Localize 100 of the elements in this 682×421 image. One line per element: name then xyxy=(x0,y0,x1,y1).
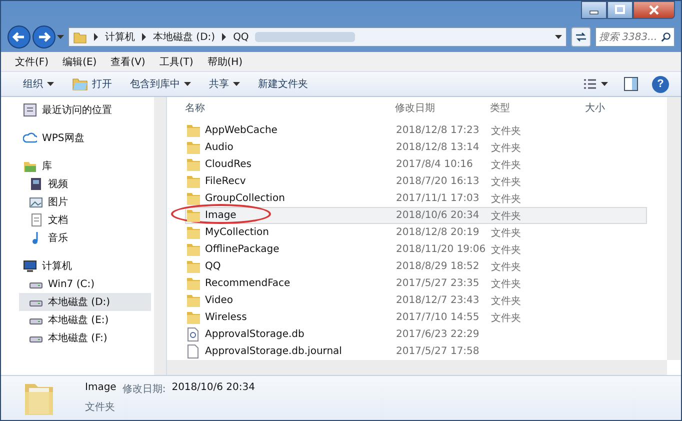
file-name[interactable]: MyCollection xyxy=(205,227,270,238)
sidebar-item[interactable]: 图片 xyxy=(19,193,151,211)
file-row[interactable]: QQ 2018/8/29 18:52 文件夹 xyxy=(185,258,647,275)
sidebar-item[interactable]: 视频 xyxy=(19,175,151,193)
file-row[interactable]: OfflinePackage 2018/11/20 19:06 文件夹 xyxy=(185,241,647,258)
modified-date: 2018/10/6 20:34 xyxy=(172,382,255,395)
file-type: 文件夹 xyxy=(491,294,522,308)
file-row[interactable]: MyCollection 2018/12/8 20:19 文件夹 xyxy=(185,224,647,241)
file-name[interactable]: Video xyxy=(205,295,234,306)
modified-date: 2017/8/4 10:16 xyxy=(396,159,474,170)
menu-item[interactable]: 帮助(H) xyxy=(207,54,243,68)
folder-icon xyxy=(73,30,87,44)
sidebar-item[interactable]: 本地磁盘 (D:) xyxy=(19,293,151,311)
file-row[interactable]: GroupCollection 2017/11/1 17:03 文件夹 xyxy=(185,190,647,207)
file-name[interactable]: FileRecv xyxy=(205,176,246,187)
file-row[interactable]: Wireless 2017/7/10 14:55 文件夹 xyxy=(185,309,647,326)
file-name[interactable]: QQ xyxy=(205,261,221,272)
address-bar[interactable]: 计算机 本地磁盘 (D:) QQ xyxy=(68,27,567,47)
breadcrumb-item[interactable]: 计算机 xyxy=(105,30,135,44)
sidebar-item[interactable]: 最近访问的位置 xyxy=(19,101,151,119)
file-type: 文件夹 xyxy=(491,260,522,274)
sidebar-item[interactable]: Win7 (C:) xyxy=(19,275,151,293)
file-name[interactable]: OfflinePackage xyxy=(205,244,280,255)
scrollbar[interactable] xyxy=(167,360,667,375)
file-name[interactable]: ApprovalStorage.db.journal xyxy=(205,346,342,357)
file-row[interactable]: AppWebCache 2018/12/8 17:23 文件夹 xyxy=(185,122,647,139)
chevron-icon[interactable] xyxy=(93,33,99,41)
recent-icon xyxy=(23,103,37,117)
file-row[interactable]: CloudRes 2017/8/4 10:16 文件夹 xyxy=(185,156,647,173)
file-name[interactable]: AppWebCache xyxy=(205,125,278,136)
sidebar-item[interactable]: 音乐 xyxy=(19,229,151,247)
folder-icon xyxy=(186,276,200,291)
minimize-button[interactable] xyxy=(581,1,607,19)
file-name: Image xyxy=(85,382,116,395)
folder-icon xyxy=(186,157,200,172)
sidebar-item[interactable]: 库 xyxy=(19,157,151,175)
file-row[interactable]: ApprovalStorage.db.journal 2017/5/27 17:58 xyxy=(185,343,647,360)
close-icon[interactable] xyxy=(649,5,659,15)
sidebar-item[interactable]: 文档 xyxy=(19,211,151,229)
sidebar-item[interactable]: 计算机 xyxy=(19,257,151,275)
file-icon xyxy=(186,327,200,342)
toolbar-button[interactable]: 共享 xyxy=(207,75,242,93)
toolbar-button[interactable]: 打开 xyxy=(70,75,114,93)
caret-icon[interactable] xyxy=(601,80,608,88)
column-header[interactable]: 大小 xyxy=(585,101,645,115)
file-name[interactable]: Image xyxy=(205,210,236,221)
file-row[interactable]: Image 2018/10/6 20:34 文件夹 xyxy=(185,207,647,224)
help-button[interactable]: ? xyxy=(652,76,669,92)
file-row[interactable]: FileRecv 2018/7/20 16:13 文件夹 xyxy=(185,173,647,190)
modified-date: 2018/7/20 16:13 xyxy=(396,176,480,187)
list-view-icon[interactable] xyxy=(583,78,597,90)
modified-date: 2017/7/10 14:55 xyxy=(396,312,480,323)
file-type: 文件夹 xyxy=(491,244,522,256)
menu-item[interactable]: 文件(F) xyxy=(15,54,49,68)
modified-date: 2017/11/1 17:03 xyxy=(396,193,480,204)
toolbar-button[interactable]: 组织 xyxy=(21,75,56,93)
toolbar-button[interactable]: 包含到库中 xyxy=(128,75,193,93)
sidebar-item[interactable]: WPS网盘 xyxy=(19,129,151,147)
file-row[interactable]: RecommendFace 2017/5/27 23:35 文件夹 xyxy=(185,275,647,292)
file-type: 文件夹 xyxy=(491,142,522,154)
chevron-icon[interactable] xyxy=(221,33,228,41)
video-icon xyxy=(29,177,43,191)
chevron-icon[interactable] xyxy=(141,33,147,41)
menu-item[interactable]: 编辑(E) xyxy=(62,54,97,68)
file-row[interactable]: Audio 2018/12/8 13:14 文件夹 xyxy=(185,139,647,156)
folder-icon xyxy=(186,225,200,240)
folder-icon xyxy=(186,259,200,274)
scrollbar[interactable] xyxy=(154,97,166,375)
menu-item[interactable]: 工具(T) xyxy=(159,54,194,68)
file-row[interactable]: ApprovalStorage.db 2017/6/23 22:29 xyxy=(185,326,647,343)
search-field[interactable]: 搜索 3383... xyxy=(595,27,675,47)
toolbar-button[interactable]: 新建文件夹 xyxy=(256,75,310,93)
preview-pane-icon[interactable] xyxy=(624,77,638,91)
folder-icon xyxy=(186,293,200,308)
file-name[interactable]: RecommendFace xyxy=(205,278,290,289)
file-type: 文件夹 xyxy=(491,278,522,290)
breadcrumb-item[interactable]: QQ xyxy=(233,32,249,42)
sidebar-item[interactable]: 本地磁盘 (F:) xyxy=(19,329,151,347)
file-name[interactable]: ApprovalStorage.db xyxy=(205,329,304,340)
file-name[interactable]: Audio xyxy=(205,142,234,153)
file-name[interactable]: CloudRes xyxy=(205,159,252,170)
column-header[interactable]: 类型 xyxy=(490,101,585,115)
modified-date: 2018/12/7 23:43 xyxy=(396,295,480,306)
column-header[interactable]: 名称 xyxy=(185,101,395,115)
close-button[interactable] xyxy=(633,1,675,19)
file-type: 文件夹 xyxy=(491,210,522,222)
file-name[interactable]: Wireless xyxy=(205,312,247,323)
search-icon xyxy=(661,31,671,43)
modified-date: 2018/12/8 20:19 xyxy=(396,227,480,238)
menu-item[interactable]: 查看(V) xyxy=(110,54,146,68)
caret-icon[interactable] xyxy=(555,33,562,41)
file-row[interactable]: Video 2018/12/7 23:43 文件夹 xyxy=(185,292,647,309)
sidebar-item[interactable]: 本地磁盘 (E:) xyxy=(19,311,151,329)
breadcrumb-item[interactable]: 本地磁盘 (D:) xyxy=(153,30,216,44)
modified-date: 2018/12/8 13:14 xyxy=(396,142,480,153)
scrollbar[interactable] xyxy=(667,97,681,360)
refresh-icon[interactable] xyxy=(571,27,591,47)
file-name[interactable]: GroupCollection xyxy=(205,193,285,204)
column-header[interactable]: 修改日期 xyxy=(395,101,490,115)
maximize-button[interactable] xyxy=(607,1,633,19)
